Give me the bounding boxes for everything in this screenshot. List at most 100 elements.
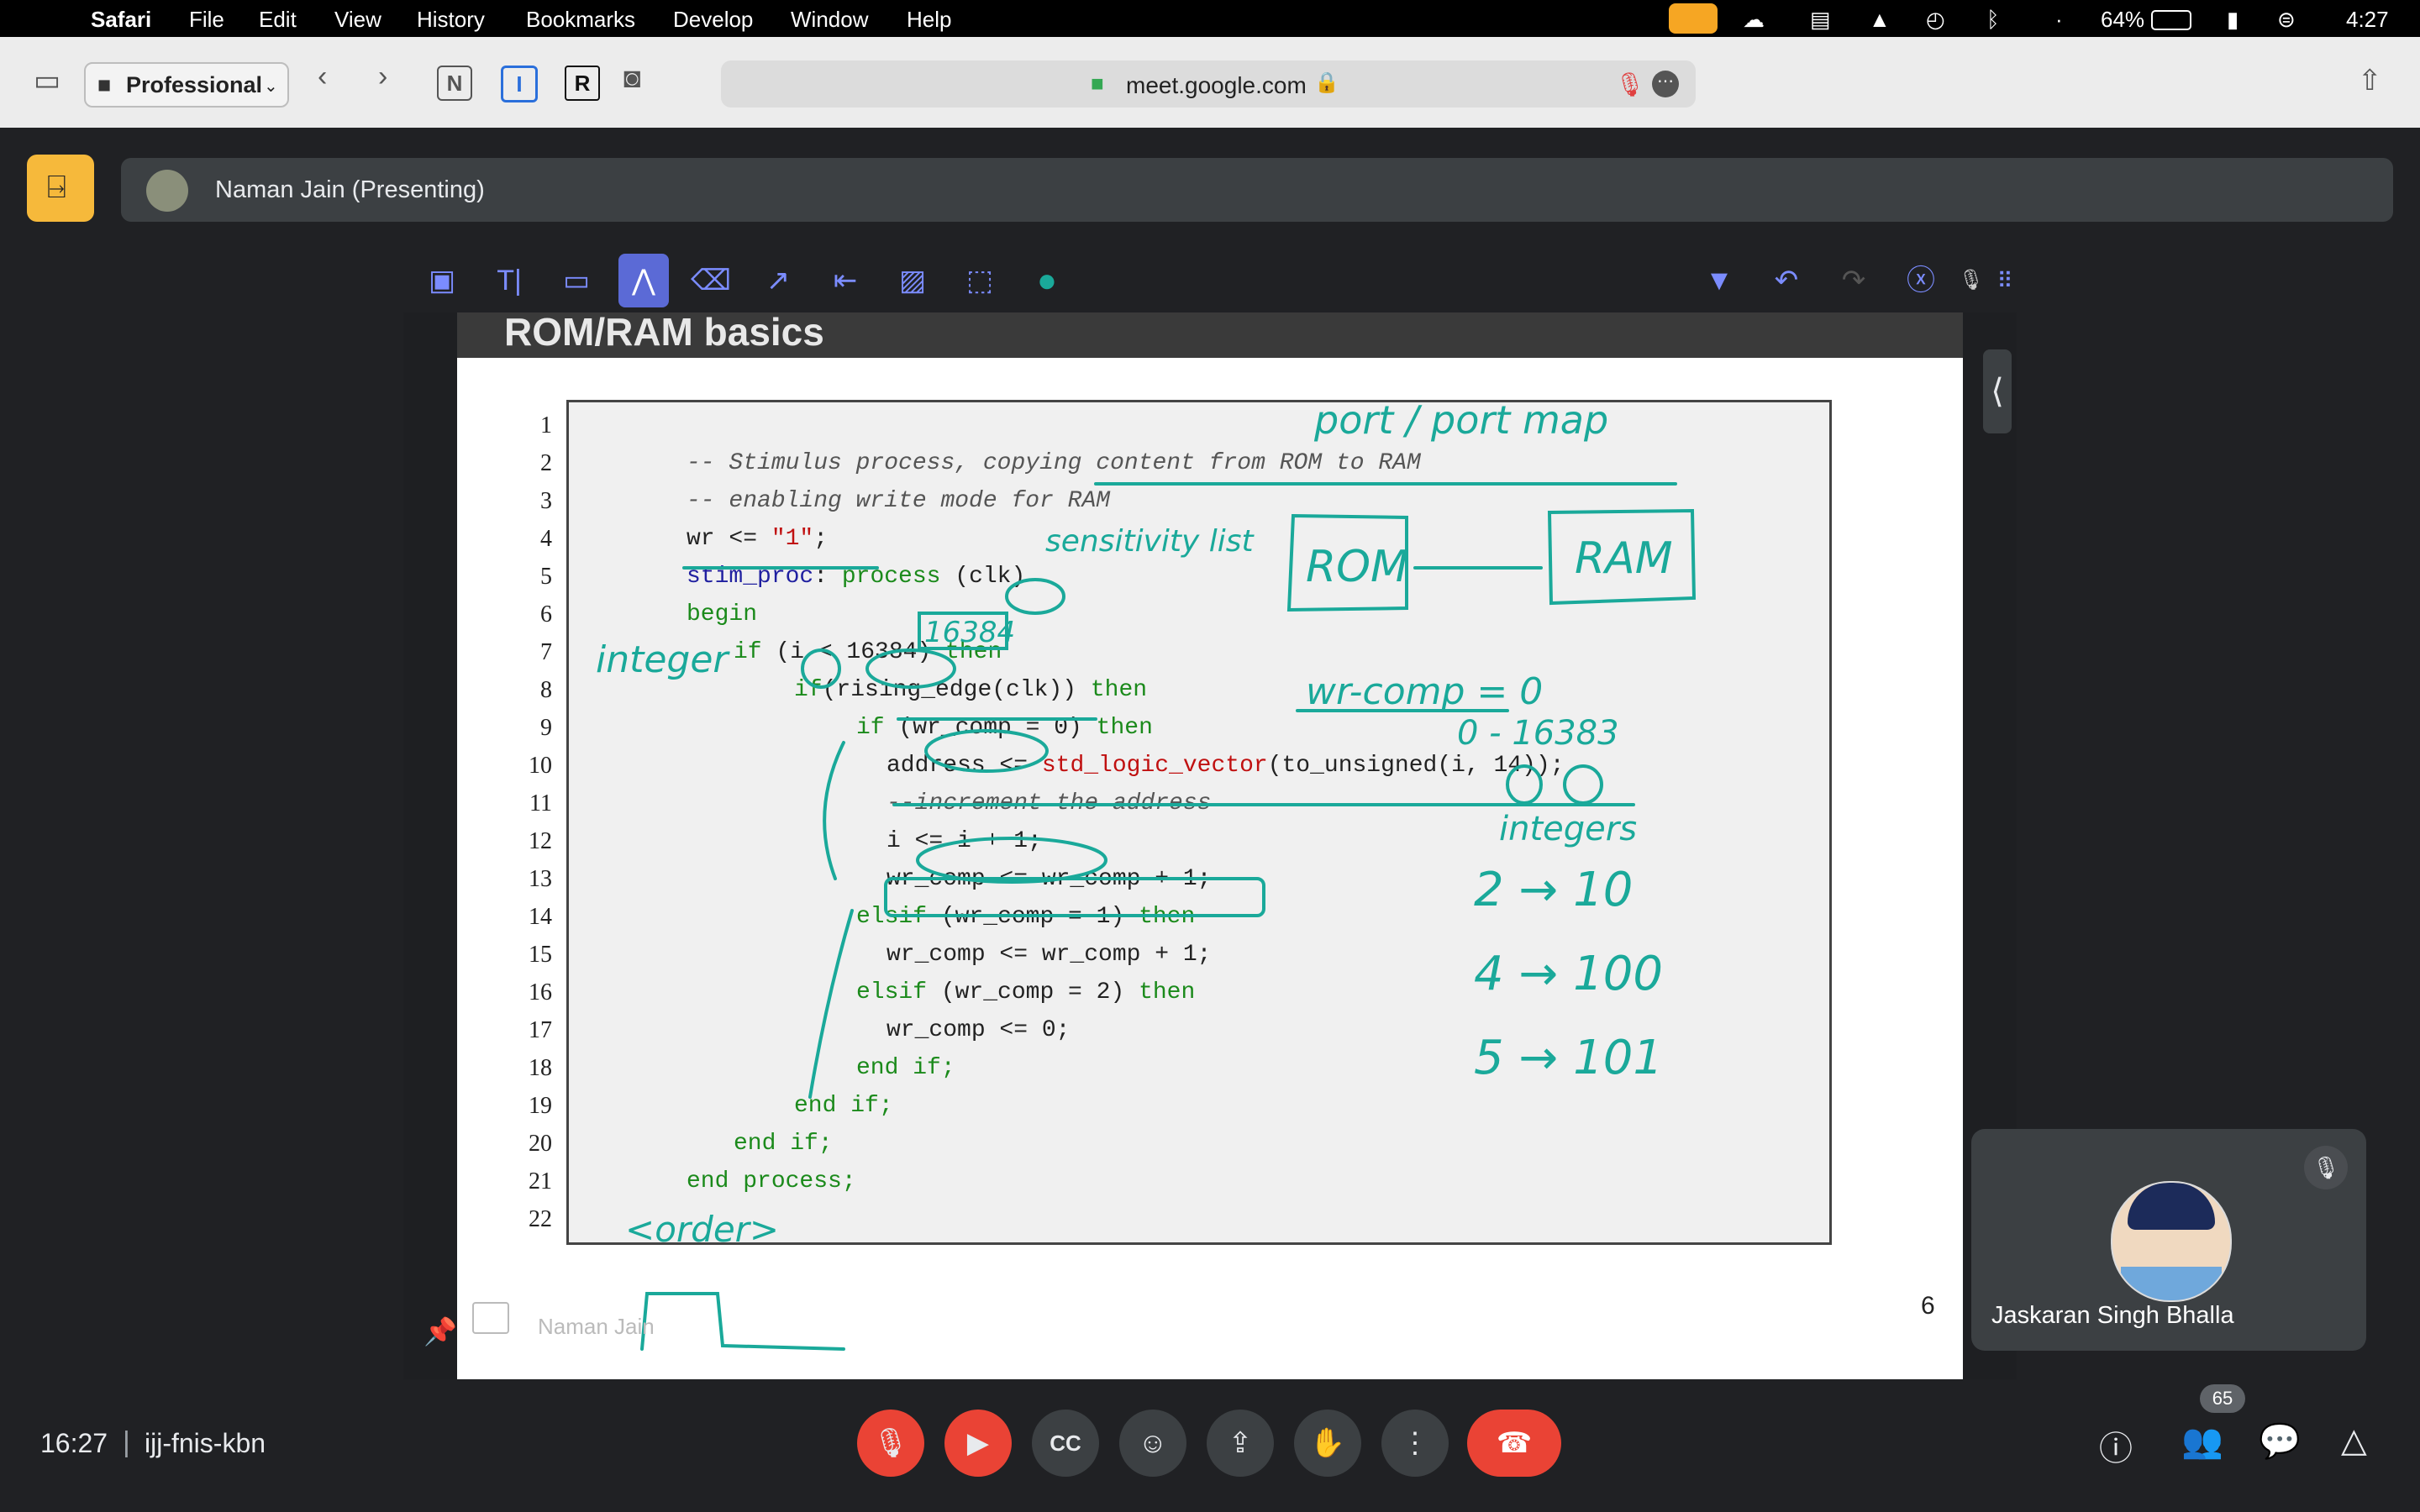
- contact-icon[interactable]: ▮: [2227, 7, 2238, 33]
- briefcase-icon: ■: [97, 72, 112, 97]
- participant-tile[interactable]: Jaskaran Singh Bhalla 🎙: [1971, 1129, 2366, 1351]
- present-icon[interactable]: ⇪: [1207, 1410, 1274, 1477]
- readwise-icon[interactable]: R: [565, 66, 600, 101]
- back-icon[interactable]: ‹: [318, 60, 327, 93]
- collapse-panel-icon[interactable]: ⟨: [1983, 349, 2012, 433]
- annotation-layer: port / port map sensitivity list ROM RAM…: [596, 397, 1697, 1351]
- camera-off-icon: [472, 1302, 509, 1334]
- chat-icon[interactable]: 💬: [2259, 1421, 2301, 1461]
- menu-window[interactable]: Window: [791, 7, 868, 33]
- mic-status-icon[interactable]: [1669, 3, 1718, 34]
- shared-screen: ▣ T| ▭ ⋀ ⌫ ↗ ⇤ ▨ ⬚ ● ▼ ↶ ↷ ⓧ 🎙 ⠿ ROM/RAM…: [403, 249, 2017, 1379]
- menu-history[interactable]: History: [417, 7, 485, 33]
- menu-app-name[interactable]: Safari: [91, 7, 151, 33]
- drag-handle-icon[interactable]: ⠿: [1980, 260, 2030, 301]
- separator: |: [123, 1426, 130, 1458]
- note-binary-1: 2 → 10: [1474, 863, 1633, 917]
- clock[interactable]: 4:27: [2346, 7, 2389, 33]
- color-picker-icon[interactable]: ●: [1022, 260, 1072, 301]
- dot-icon: ·: [2055, 7, 2063, 32]
- circle-i-2: [1506, 764, 1543, 805]
- shape-tool-icon[interactable]: ⇤: [820, 260, 871, 301]
- loop-arrow-top: [823, 741, 845, 880]
- address-bar[interactable]: ■ meet.google.com 🔒 🎙 ⋯: [721, 60, 1696, 108]
- control-center-icon[interactable]: ⊜: [2277, 7, 2296, 33]
- menu-file[interactable]: File: [189, 7, 224, 33]
- lock-icon: 🔒: [1314, 71, 1339, 94]
- text-box-tool-icon[interactable]: T|: [484, 260, 534, 301]
- cloud-icon[interactable]: ☁: [1743, 7, 1765, 33]
- pin-icon[interactable]: 📌: [424, 1315, 457, 1347]
- menu-edit[interactable]: Edit: [259, 7, 297, 33]
- note-binary-3: 5 → 101: [1474, 1031, 1663, 1085]
- participant-name: Jaskaran Singh Bhalla: [1991, 1302, 2234, 1329]
- circle-clk: [1005, 578, 1065, 615]
- battery-icon[interactable]: [2151, 10, 2191, 30]
- info-icon[interactable]: ⓘ: [2099, 1421, 2133, 1470]
- keyboard-icon[interactable]: ▤: [1810, 7, 1831, 33]
- circle-wr-comp: [924, 729, 1049, 773]
- circle-increment: [916, 837, 1107, 884]
- note-port-map: port / port map: [1313, 397, 1608, 443]
- slide-title: ROM/RAM basics: [504, 310, 824, 354]
- undo-icon[interactable]: ↶: [1761, 260, 1812, 301]
- captions-icon[interactable]: CC: [1032, 1410, 1099, 1477]
- menu-develop[interactable]: Develop: [673, 7, 753, 33]
- presenter-name: Naman Jain (Presenting): [215, 176, 485, 203]
- leave-call-button[interactable]: ☎: [1467, 1410, 1561, 1477]
- exit-presentation-icon[interactable]: ⍈: [27, 155, 94, 222]
- share-icon[interactable]: ⇧: [2358, 64, 2382, 97]
- annotation-toolbar: ▣ T| ▭ ⋀ ⌫ ↗ ⇤ ▨ ⬚ ● ▼ ↶ ↷ ⓧ 🎙 ⠿: [403, 249, 2017, 312]
- raise-hand-icon[interactable]: ✋: [1294, 1410, 1361, 1477]
- mic-off-icon: 🎙: [2304, 1146, 2348, 1189]
- profile-selector[interactable]: ■ Professional ⌄: [84, 62, 289, 108]
- participant-avatar: [2111, 1181, 2232, 1302]
- camera-toggle-icon[interactable]: ▶: [944, 1410, 1012, 1477]
- redo-icon[interactable]: ↷: [1828, 260, 1879, 301]
- select-tool-icon[interactable]: ⬚: [955, 260, 1005, 301]
- circle-14: [1563, 764, 1603, 805]
- people-icon[interactable]: 👥: [2181, 1421, 2223, 1461]
- forward-icon[interactable]: ›: [378, 60, 387, 93]
- comment-tool-icon[interactable]: ▭: [551, 260, 602, 301]
- more-icon[interactable]: ⋯: [1652, 71, 1679, 97]
- eraser-icon[interactable]: ⌫: [686, 260, 736, 301]
- notion-icon[interactable]: N: [437, 66, 472, 101]
- sidebar-toggle-icon[interactable]: ▭: [34, 64, 60, 97]
- close-annotation-icon[interactable]: ⓧ: [1896, 260, 1946, 301]
- pen-tool-icon[interactable]: ⋀: [618, 254, 669, 307]
- note-range: 0 - 16383: [1457, 714, 1619, 753]
- url-text: meet.google.com: [1126, 72, 1307, 98]
- meeting-time: 16:27: [40, 1428, 108, 1458]
- slide-footer-name: Naman Jain: [538, 1314, 655, 1339]
- signal-pulse: [640, 1292, 845, 1351]
- note-order: <order>: [625, 1209, 779, 1250]
- meet-window: ⍈ Naman Jain (Presenting) ▣ T| ▭ ⋀ ⌫ ↗ ⇤…: [0, 128, 2420, 1512]
- note-16384: 16384: [924, 616, 1015, 649]
- presenter-bar: Naman Jain (Presenting): [121, 158, 2393, 222]
- microphone-icon[interactable]: 🎙: [1615, 71, 1645, 98]
- slide: 1 2 3 4 5 6 7 8 9 10 11 12 13 14 15 16 1: [457, 358, 1963, 1379]
- image-tool-icon[interactable]: ▨: [887, 260, 938, 301]
- arrow-tool-icon[interactable]: ↗: [753, 260, 803, 301]
- highlighter-icon[interactable]: ▼: [1694, 260, 1744, 301]
- instapaper-icon[interactable]: I: [501, 66, 538, 102]
- activities-icon[interactable]: △: [2341, 1421, 2367, 1460]
- text-tool-icon[interactable]: ▣: [417, 260, 467, 301]
- battery-percent: 64%: [2101, 7, 2145, 32]
- menu-help[interactable]: Help: [907, 7, 951, 33]
- more-options-icon[interactable]: ⋮: [1381, 1410, 1449, 1477]
- note-ram: RAM: [1575, 533, 1673, 584]
- chevron-down-icon: ⌄: [264, 77, 278, 96]
- drive-icon[interactable]: ▲: [1869, 7, 1891, 33]
- menu-view[interactable]: View: [334, 7, 381, 33]
- menu-bookmarks[interactable]: Bookmarks: [526, 7, 635, 33]
- bluetooth-icon[interactable]: ᛒ: [1986, 7, 2000, 33]
- emoji-icon[interactable]: ☺: [1119, 1410, 1186, 1477]
- screenshot-extension-icon[interactable]: ◙: [623, 62, 641, 95]
- slide-page-number: 6: [1921, 1292, 1935, 1320]
- time-machine-icon[interactable]: ◴: [1926, 7, 1945, 33]
- people-count-badge: 65: [2200, 1384, 2245, 1413]
- meet-favicon: ■: [1091, 71, 1104, 96]
- mic-toggle-icon[interactable]: 🎙: [857, 1410, 924, 1477]
